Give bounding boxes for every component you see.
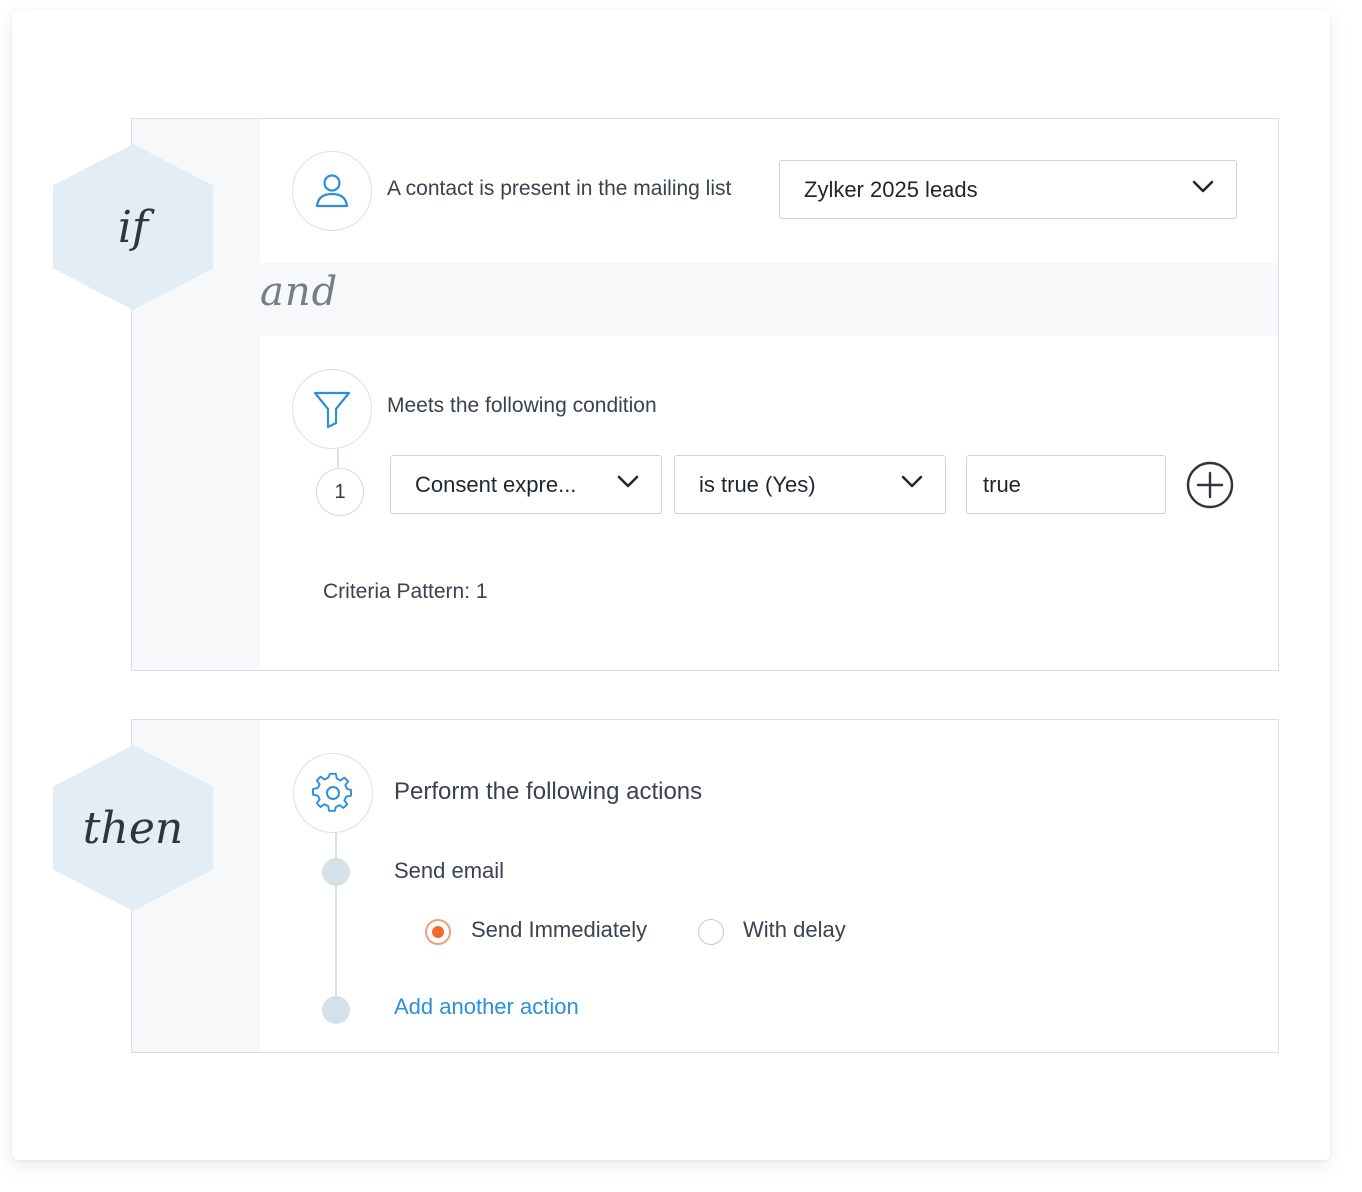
condition-number-badge: 1 [316, 468, 364, 516]
and-band [260, 263, 1278, 336]
filter-icon [292, 369, 372, 449]
chevron-down-icon [1192, 180, 1214, 193]
if-keyword: if [117, 201, 149, 253]
mailing-list-select[interactable]: Zylker 2025 leads [779, 160, 1237, 219]
condition-connector-line [337, 449, 339, 469]
and-connector-label: and [260, 269, 339, 315]
mailing-list-value: Zylker 2025 leads [804, 176, 978, 202]
chevron-down-icon [617, 475, 639, 488]
add-condition-icon[interactable] [1186, 461, 1234, 509]
trigger-text: A contact is present in the mailing list [387, 177, 732, 200]
actions-title: Perform the following actions [394, 778, 703, 805]
with-delay-label[interactable]: With delay [743, 917, 846, 943]
add-action-step-dot [322, 996, 350, 1024]
criteria-pattern: Criteria Pattern: 1 [323, 580, 488, 603]
user-icon [292, 151, 372, 231]
condition-value-input[interactable]: true [966, 455, 1166, 514]
condition-field-value: Consent expre... [415, 471, 577, 497]
condition-text: Meets the following condition [387, 394, 657, 417]
action-label: Send email [394, 858, 505, 883]
action-step-dot [322, 858, 350, 886]
send-immediately-label[interactable]: Send Immediately [471, 917, 647, 943]
send-immediately-radio[interactable] [425, 919, 451, 945]
condition-value-text: true [983, 471, 1021, 497]
gear-icon [293, 753, 373, 833]
condition-operator-value: is true (Yes) [699, 471, 816, 497]
add-another-action-link[interactable]: Add another action [394, 994, 579, 1020]
condition-operator-select[interactable]: is true (Yes) [674, 455, 946, 514]
condition-field-select[interactable]: Consent expre... [390, 455, 662, 514]
then-panel: Perform the following actions Send email… [131, 719, 1279, 1053]
chevron-down-icon [901, 475, 923, 488]
then-keyword: then [82, 802, 184, 854]
with-delay-radio[interactable] [698, 919, 724, 945]
if-panel: and A contact is present in the mailing … [131, 118, 1279, 671]
